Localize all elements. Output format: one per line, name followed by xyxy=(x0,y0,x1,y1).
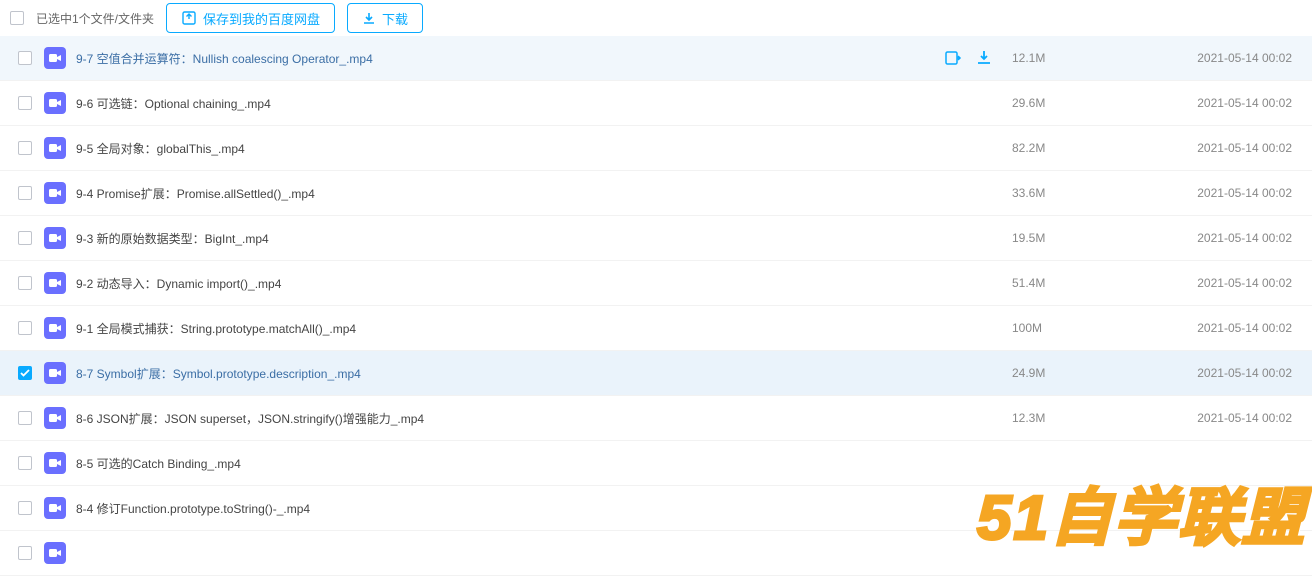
file-date: 2021-05-14 00:02 xyxy=(1132,276,1302,290)
file-type-icon xyxy=(44,137,66,159)
row-download-icon[interactable] xyxy=(976,49,992,67)
row-checkbox[interactable] xyxy=(18,186,32,200)
file-date: 2021-05-14 00:02 xyxy=(1132,96,1302,110)
video-icon xyxy=(49,503,61,513)
file-name: 9-6 可选链：Optional chaining_.mp4 xyxy=(76,95,271,112)
file-row[interactable]: 8-7 Symbol扩展：Symbol.prototype.descriptio… xyxy=(0,351,1312,396)
video-icon xyxy=(49,278,61,288)
save-label: 保存到我的百度网盘 xyxy=(203,9,320,28)
file-size: 51.4M xyxy=(1012,276,1132,290)
file-type-icon xyxy=(44,272,66,294)
file-type-icon xyxy=(44,182,66,204)
selection-count-label: 已选中1个文件/文件夹 xyxy=(36,10,154,27)
file-name: 9-4 Promise扩展：Promise.allSettled()_.mp4 xyxy=(76,185,315,202)
file-size: 33.6M xyxy=(1012,186,1132,200)
file-type-icon xyxy=(44,497,66,519)
toolbar: 已选中1个文件/文件夹 保存到我的百度网盘 下载 xyxy=(0,0,1312,36)
file-row[interactable]: 9-2 动态导入：Dynamic import()_.mp4 51.4M 202… xyxy=(0,261,1312,306)
file-row[interactable]: 9-6 可选链：Optional chaining_.mp4 29.6M 202… xyxy=(0,81,1312,126)
file-size: 29.6M xyxy=(1012,96,1132,110)
row-checkbox[interactable] xyxy=(18,501,32,515)
video-icon xyxy=(49,98,61,108)
file-size: 19.5M xyxy=(1012,231,1132,245)
row-checkbox[interactable] xyxy=(18,231,32,245)
file-date: 2021-05-14 00:02 xyxy=(1132,141,1302,155)
file-row[interactable]: 9-1 全局模式捕获：String.prototype.matchAll()_.… xyxy=(0,306,1312,351)
file-name: 8-6 JSON扩展：JSON superset，JSON.stringify(… xyxy=(76,410,424,427)
file-size: 100M xyxy=(1012,321,1132,335)
video-icon xyxy=(49,53,61,63)
file-list: 9-7 空值合并运算符：Nullish coalescing Operator_… xyxy=(0,36,1312,576)
file-name: 9-1 全局模式捕获：String.prototype.matchAll()_.… xyxy=(76,320,356,337)
file-size: 82.2M xyxy=(1012,141,1132,155)
file-date: 2021-05-14 00:02 xyxy=(1132,51,1302,65)
row-checkbox[interactable] xyxy=(18,141,32,155)
file-row[interactable] xyxy=(0,531,1312,576)
share-icon[interactable] xyxy=(944,49,962,67)
video-icon xyxy=(49,143,61,153)
file-row[interactable]: 9-4 Promise扩展：Promise.allSettled()_.mp4 … xyxy=(0,171,1312,216)
file-date: 2021-05-14 00:02 xyxy=(1132,366,1302,380)
file-name: 8-4 修订Function.prototype.toString()-_.mp… xyxy=(76,500,310,517)
video-icon xyxy=(49,188,61,198)
row-checkbox[interactable] xyxy=(18,456,32,470)
row-checkbox[interactable] xyxy=(18,321,32,335)
file-name: 9-2 动态导入：Dynamic import()_.mp4 xyxy=(76,275,281,292)
video-icon xyxy=(49,458,61,468)
file-row[interactable]: 9-7 空值合并运算符：Nullish coalescing Operator_… xyxy=(0,36,1312,81)
row-checkbox[interactable] xyxy=(18,276,32,290)
file-name: 8-5 可选的Catch Binding_.mp4 xyxy=(76,455,241,472)
row-checkbox[interactable] xyxy=(18,546,32,560)
file-type-icon xyxy=(44,92,66,114)
select-all-checkbox[interactable] xyxy=(10,11,24,25)
file-type-icon xyxy=(44,542,66,564)
file-name: 9-3 新的原始数据类型：BigInt_.mp4 xyxy=(76,230,269,247)
file-row[interactable]: 9-3 新的原始数据类型：BigInt_.mp4 19.5M 2021-05-1… xyxy=(0,216,1312,261)
save-to-pan-button[interactable]: 保存到我的百度网盘 xyxy=(166,3,335,33)
file-size: 12.1M xyxy=(1012,51,1132,65)
video-icon xyxy=(49,413,61,423)
file-date: 2021-05-14 00:02 xyxy=(1132,321,1302,335)
file-row[interactable]: 8-5 可选的Catch Binding_.mp4 xyxy=(0,441,1312,486)
file-type-icon xyxy=(44,227,66,249)
file-name: 9-5 全局对象：globalThis_.mp4 xyxy=(76,140,245,157)
file-type-icon xyxy=(44,47,66,69)
file-row[interactable]: 9-5 全局对象：globalThis_.mp4 82.2M 2021-05-1… xyxy=(0,126,1312,171)
file-type-icon xyxy=(44,317,66,339)
row-checkbox[interactable] xyxy=(18,366,32,380)
file-type-icon xyxy=(44,362,66,384)
file-row[interactable]: 8-6 JSON扩展：JSON superset，JSON.stringify(… xyxy=(0,396,1312,441)
file-name: 8-7 Symbol扩展：Symbol.prototype.descriptio… xyxy=(76,365,361,382)
file-size: 12.3M xyxy=(1012,411,1132,425)
download-icon xyxy=(362,11,376,25)
file-date: 2021-05-14 00:02 xyxy=(1132,411,1302,425)
file-date: 2021-05-14 00:02 xyxy=(1132,231,1302,245)
download-button[interactable]: 下载 xyxy=(347,3,423,33)
video-icon xyxy=(49,233,61,243)
video-icon xyxy=(49,368,61,378)
row-checkbox[interactable] xyxy=(18,96,32,110)
row-checkbox[interactable] xyxy=(18,411,32,425)
file-type-icon xyxy=(44,407,66,429)
download-label: 下载 xyxy=(382,9,408,28)
video-icon xyxy=(49,548,61,558)
file-size: 24.9M xyxy=(1012,366,1132,380)
file-name: 9-7 空值合并运算符：Nullish coalescing Operator_… xyxy=(76,50,373,67)
file-date: 2021-05-14 00:02 xyxy=(1132,186,1302,200)
file-type-icon xyxy=(44,452,66,474)
row-checkbox[interactable] xyxy=(18,51,32,65)
file-row[interactable]: 8-4 修订Function.prototype.toString()-_.mp… xyxy=(0,486,1312,531)
save-icon xyxy=(181,10,197,26)
video-icon xyxy=(49,323,61,333)
